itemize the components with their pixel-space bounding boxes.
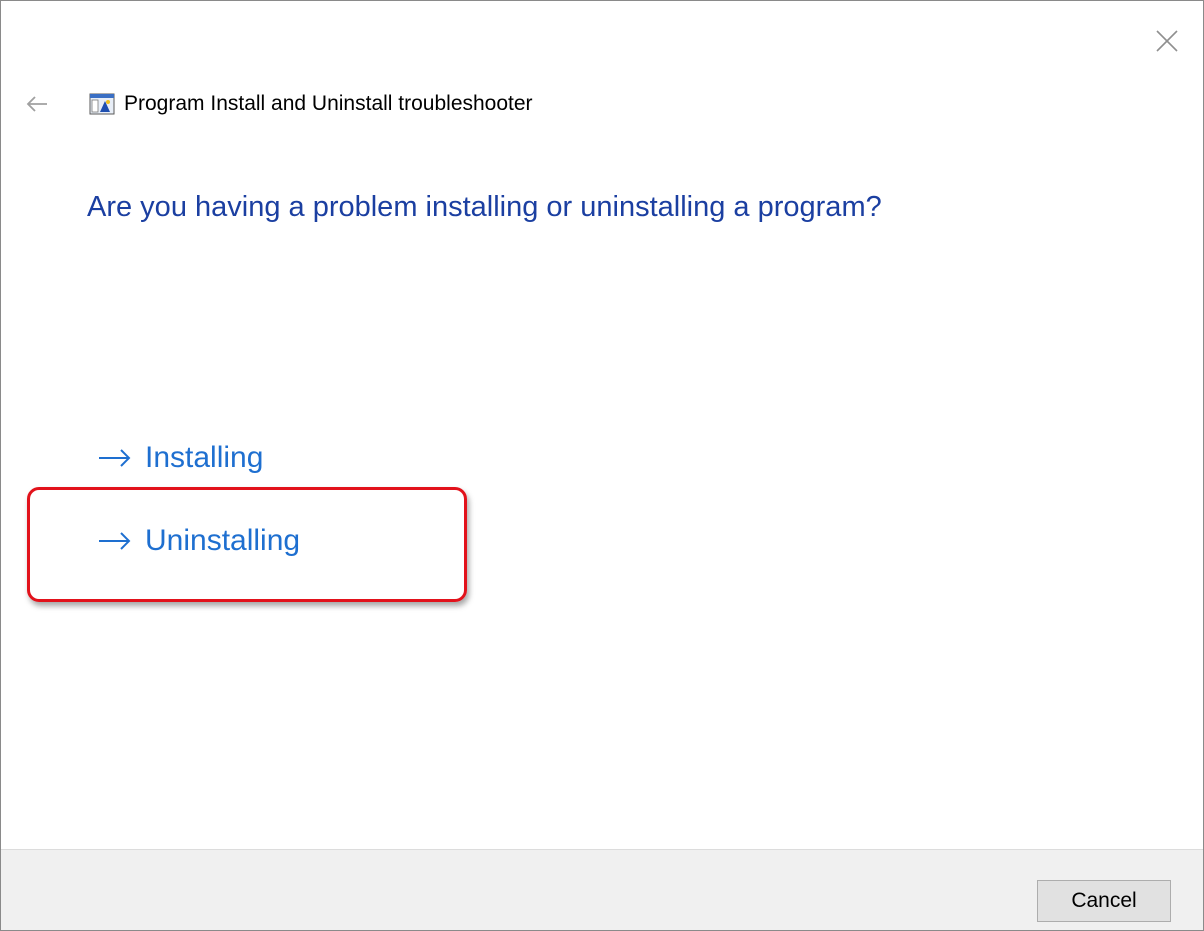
back-arrow-icon: [26, 96, 47, 112]
back-button[interactable]: [23, 90, 51, 118]
close-icon: [1156, 30, 1178, 52]
window-title: Program Install and Uninstall troublesho…: [124, 92, 533, 115]
right-arrow-icon: [95, 443, 135, 473]
option-installing[interactable]: Installing: [95, 441, 263, 475]
option-installing-label: Installing: [145, 441, 264, 474]
option-uninstalling[interactable]: Uninstalling: [95, 524, 300, 558]
title-row: Program Install and Uninstall troublesho…: [23, 87, 533, 121]
footer-bar: Cancel: [1, 849, 1203, 930]
troubleshooter-window: Program Install and Uninstall troublesho…: [0, 0, 1204, 931]
cancel-button[interactable]: Cancel: [1037, 880, 1171, 922]
option-uninstalling-label: Uninstalling: [145, 524, 301, 557]
close-button[interactable]: [1147, 21, 1187, 61]
right-arrow-icon: [95, 526, 135, 556]
question-heading: Are you having a problem installing or u…: [87, 191, 882, 223]
troubleshooter-app-icon: [89, 93, 115, 115]
